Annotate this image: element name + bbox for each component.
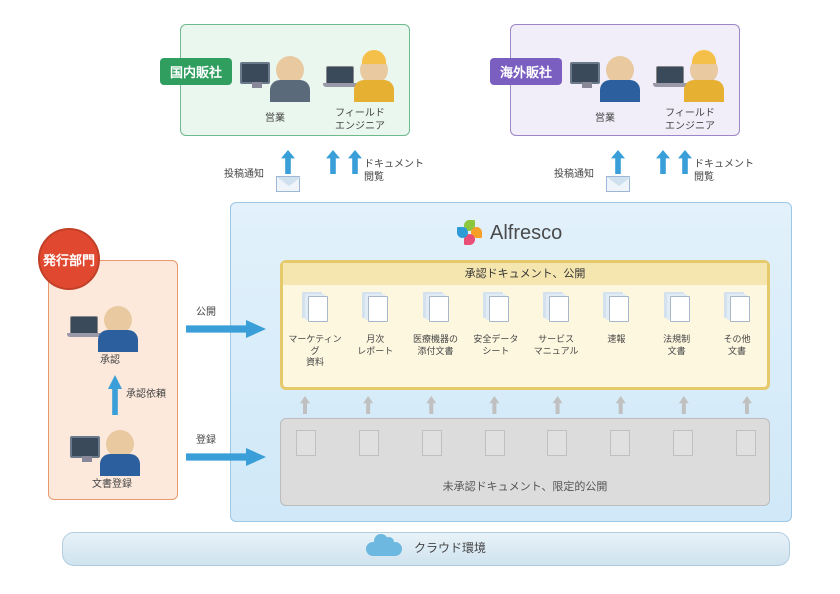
approval-request-label: 承認依頼 <box>126 388 166 401</box>
doc-view-label-1: ドキュメント 閲覧 <box>364 158 424 184</box>
domestic-sales-group <box>240 56 304 84</box>
alfresco-brand: Alfresco <box>456 220 562 246</box>
post-notify-group-2 <box>606 150 630 192</box>
overseas-engineer-group <box>656 56 718 84</box>
overseas-sales-group <box>570 56 634 84</box>
arrow-up-icon <box>281 150 295 174</box>
doc-category: サービス マニュアル <box>527 296 585 369</box>
doc-view-label-2: ドキュメント 閲覧 <box>694 158 754 184</box>
approver-group <box>70 306 132 334</box>
overseas-engineer-label: フィールド エンジニア <box>655 107 725 133</box>
doc-category-label: 医療機器の 添付文書 <box>413 334 458 357</box>
publisher-badge: 発行部門 <box>38 228 100 290</box>
doc-category: その他 文書 <box>708 296 766 369</box>
arrow-up-icon <box>678 150 692 174</box>
doc-category-label: 安全データ シート <box>473 334 518 357</box>
laptop-icon <box>656 66 684 84</box>
doc-category: 月次 レポート <box>346 296 404 369</box>
document-stack-icon <box>549 296 569 322</box>
envelope-icon <box>606 176 630 192</box>
arrow-up-icon <box>489 396 499 414</box>
monitor-icon <box>240 62 270 84</box>
envelope-icon <box>276 176 300 192</box>
doc-category-label: その他 文書 <box>723 334 750 357</box>
doc-category: マーケティング 資料 <box>286 296 344 369</box>
document-stack-icon <box>609 296 629 322</box>
approver-person-icon <box>104 306 132 334</box>
arrow-up-icon <box>363 396 373 414</box>
post-notify-label-2: 投稿通知 <box>554 168 594 181</box>
arrow-up-icon <box>679 396 689 414</box>
approved-doc-list: マーケティング 資料月次 レポート医療機器の 添付文書安全データ シートサービス… <box>286 296 766 369</box>
document-stack-icon <box>308 296 328 322</box>
arrow-up-icon <box>611 150 625 174</box>
alfresco-brand-text: Alfresco <box>490 222 562 245</box>
doc-category-label: 速報 <box>607 334 625 346</box>
sales-person-icon <box>606 56 634 84</box>
sales-person-icon <box>276 56 304 84</box>
domestic-tag: 国内販社 <box>160 58 232 85</box>
approved-title-bar: 承認ドキュメント、公開 <box>283 263 767 285</box>
domestic-engineer-group <box>326 56 388 84</box>
document-stack-icon <box>368 296 388 322</box>
arrow-up-icon <box>616 396 626 414</box>
document-stack-icon <box>489 296 509 322</box>
approver-label: 承認 <box>100 354 120 367</box>
monitor-icon <box>70 436 100 458</box>
doc-category: 安全データ シート <box>467 296 525 369</box>
engineer-person-icon <box>360 56 388 84</box>
arrow-up-icon <box>742 396 752 414</box>
cloud-label: クラウド環境 <box>414 541 486 557</box>
arrow-up-icon <box>553 396 563 414</box>
engineer-person-icon <box>690 56 718 84</box>
registrar-person-icon <box>106 430 134 458</box>
arrow-up-icon <box>300 396 310 414</box>
domestic-engineer-label: フィールド エンジニア <box>325 107 395 133</box>
doc-category: 速報 <box>587 296 645 369</box>
document-icon <box>422 430 442 456</box>
doc-category-label: マーケティング 資料 <box>286 334 344 369</box>
post-notify-label-1: 投稿通知 <box>224 168 264 181</box>
cloud-icon <box>366 542 402 556</box>
doc-category-label: 月次 レポート <box>357 334 393 357</box>
document-stack-icon <box>670 296 690 322</box>
arrow-up-icon <box>348 150 362 174</box>
document-stack-icon <box>429 296 449 322</box>
doc-view-arrows-2 <box>656 150 692 174</box>
laptop-icon <box>326 66 354 84</box>
document-icon <box>673 430 693 456</box>
document-icon <box>547 430 567 456</box>
unapproved-title: 未承認ドキュメント、限定的公開 <box>280 480 770 494</box>
laptop-icon <box>70 316 98 334</box>
alfresco-logo-icon <box>456 220 482 246</box>
document-icon <box>610 430 630 456</box>
document-icon <box>736 430 756 456</box>
monitor-icon <box>570 62 600 84</box>
doc-view-arrows-1 <box>326 150 362 174</box>
arrow-up-icon <box>656 150 670 174</box>
doc-category: 医療機器の 添付文書 <box>407 296 465 369</box>
doc-category-label: 法規制 文書 <box>663 334 690 357</box>
doc-category: 法規制 文書 <box>648 296 706 369</box>
arrow-up-icon <box>326 150 340 174</box>
publish-arrow-label: 公開 <box>196 306 216 319</box>
document-stack-icon <box>730 296 750 322</box>
unapproved-doc-list <box>296 430 756 456</box>
registrar-group <box>70 430 134 458</box>
domestic-sales-label: 営業 <box>245 112 305 125</box>
promote-arrows <box>300 396 752 414</box>
register-arrow-label: 登録 <box>196 434 216 447</box>
document-icon <box>296 430 316 456</box>
overseas-tag: 海外販社 <box>490 58 562 85</box>
doc-category-label: サービス マニュアル <box>534 334 579 357</box>
registrar-label: 文書登録 <box>92 478 132 491</box>
overseas-sales-label: 営業 <box>575 112 635 125</box>
document-icon <box>485 430 505 456</box>
arrow-up-icon <box>426 396 436 414</box>
post-notify-group-1 <box>276 150 300 192</box>
document-icon <box>359 430 379 456</box>
cloud-bar: クラウド環境 <box>62 532 790 566</box>
